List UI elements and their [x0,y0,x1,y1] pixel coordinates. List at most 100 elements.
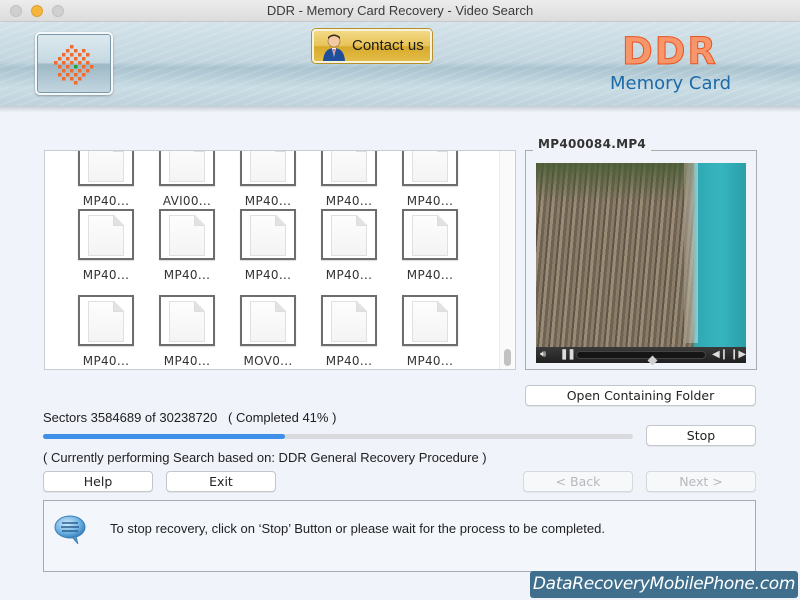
file-item[interactable]: MP40... [395,209,465,282]
file-document-icon [240,151,296,186]
file-name-label: MOV0... [243,354,293,368]
video-controls: 🔊︎ ❚❚ ◀❙ ❙▶ [536,347,746,366]
file-item[interactable]: MP40... [71,151,141,208]
info-message-text: To stop recovery, click on ‘Stop’ Button… [110,521,605,536]
file-name-label: MP40... [325,268,373,282]
file-item[interactable]: MOV0... [233,295,303,368]
logo-grid-icon [54,45,94,85]
contact-us-button[interactable]: Contact us [312,29,432,63]
file-name-label: MP40... [82,354,130,368]
logo-square [62,53,66,57]
close-window-button[interactable] [10,5,22,17]
stop-button[interactable]: Stop [646,425,756,446]
file-item[interactable]: MP40... [314,151,384,208]
video-preview[interactable] [536,163,746,363]
progress-bar [43,434,633,439]
logo-square [62,69,66,73]
logo-square [58,65,62,69]
document-page-icon [331,301,367,342]
next-button[interactable]: Next > [646,471,756,492]
file-item[interactable]: MP40... [395,151,465,208]
document-page-icon [412,215,448,256]
logo-square [74,81,78,85]
file-item[interactable]: MP40... [233,209,303,282]
website-watermark: DataRecoveryMobilePhone.com [530,571,798,598]
exit-button[interactable]: Exit [166,471,276,492]
minimize-window-button[interactable] [31,5,43,17]
logo-square [62,77,66,81]
document-page-icon [250,301,286,342]
file-item[interactable]: MP40... [152,209,222,282]
logo-square [62,61,66,65]
procedure-status-text: ( Currently performing Search based on: … [43,450,487,465]
sectors-progress-text: Sectors 3584689 of 30238720 ( Completed … [43,410,337,425]
document-page-icon [250,151,286,182]
file-name-label: MP40... [325,354,373,368]
logo-square [70,69,74,73]
video-seek-slider[interactable] [576,351,706,366]
file-document-icon [78,295,134,346]
document-page-icon [88,301,124,342]
file-document-icon [159,295,215,346]
file-item[interactable]: MP40... [71,295,141,368]
file-item[interactable]: MP40... [152,295,222,368]
file-document-icon [78,209,134,260]
info-message-box: To stop recovery, click on ‘Stop’ Button… [43,500,756,572]
open-containing-folder-button[interactable]: Open Containing Folder [525,385,756,406]
step-back-icon[interactable]: ◀❙ [712,348,728,362]
files-scrollbar-thumb[interactable] [504,349,511,366]
file-document-icon [78,151,134,186]
logo-square [66,57,70,61]
file-document-icon [240,209,296,260]
file-document-icon [159,209,215,260]
document-page-icon [250,215,286,256]
file-item[interactable]: AVI00... [152,151,222,208]
logo-square [82,73,86,77]
file-name-label: MP40... [244,268,292,282]
app-window: DDR - Memory Card Recovery - Video Searc… [0,0,800,600]
progress-bar-fill [43,434,285,439]
file-document-icon [402,151,458,186]
file-item[interactable]: MP40... [314,295,384,368]
logo-square [58,73,62,77]
file-name-label: MP40... [406,268,454,282]
maximize-window-button[interactable] [52,5,64,17]
file-document-icon [321,151,377,186]
logo-square [54,61,58,65]
logo-square [82,49,86,53]
logo-square [74,65,78,69]
header-banner: Contact us DDR Memory Card [0,22,800,112]
title-bar: DDR - Memory Card Recovery - Video Searc… [0,0,800,22]
logo-square [74,57,78,61]
recovered-files-list[interactable]: MP40... AVI00... MP40... MP40... MP40... MP40… [44,150,516,370]
brand-title: DDR [622,30,718,74]
file-name-label: MP40... [163,354,211,368]
logo-square [82,65,86,69]
file-name-label: MP40... [82,268,130,282]
file-name-label: MP40... [82,194,130,208]
logo-square [66,65,70,69]
pause-icon[interactable]: ❚❚ [560,348,576,362]
file-item[interactable]: MP40... [71,209,141,282]
document-page-icon [331,151,367,182]
help-button[interactable]: Help [43,471,153,492]
file-name-label: AVI00... [162,194,212,208]
logo-square [86,69,90,73]
person-icon [323,34,345,61]
logo-square [74,49,78,53]
document-page-icon [331,215,367,256]
file-item[interactable]: MP40... [314,209,384,282]
logo-square [78,77,82,81]
step-forward-icon[interactable]: ❙▶ [730,348,746,362]
logo-square [86,53,90,57]
volume-icon[interactable]: 🔊︎ [540,348,546,362]
back-button[interactable]: < Back [523,471,633,492]
file-name-label: MP40... [325,194,373,208]
file-name-label: MP40... [406,194,454,208]
files-scrollbar[interactable] [499,151,515,369]
logo-square [90,65,94,69]
document-page-icon [412,151,448,182]
file-item[interactable]: MP40... [233,151,303,208]
file-item[interactable]: MP40... [395,295,465,368]
file-name-label: MP40... [244,194,292,208]
